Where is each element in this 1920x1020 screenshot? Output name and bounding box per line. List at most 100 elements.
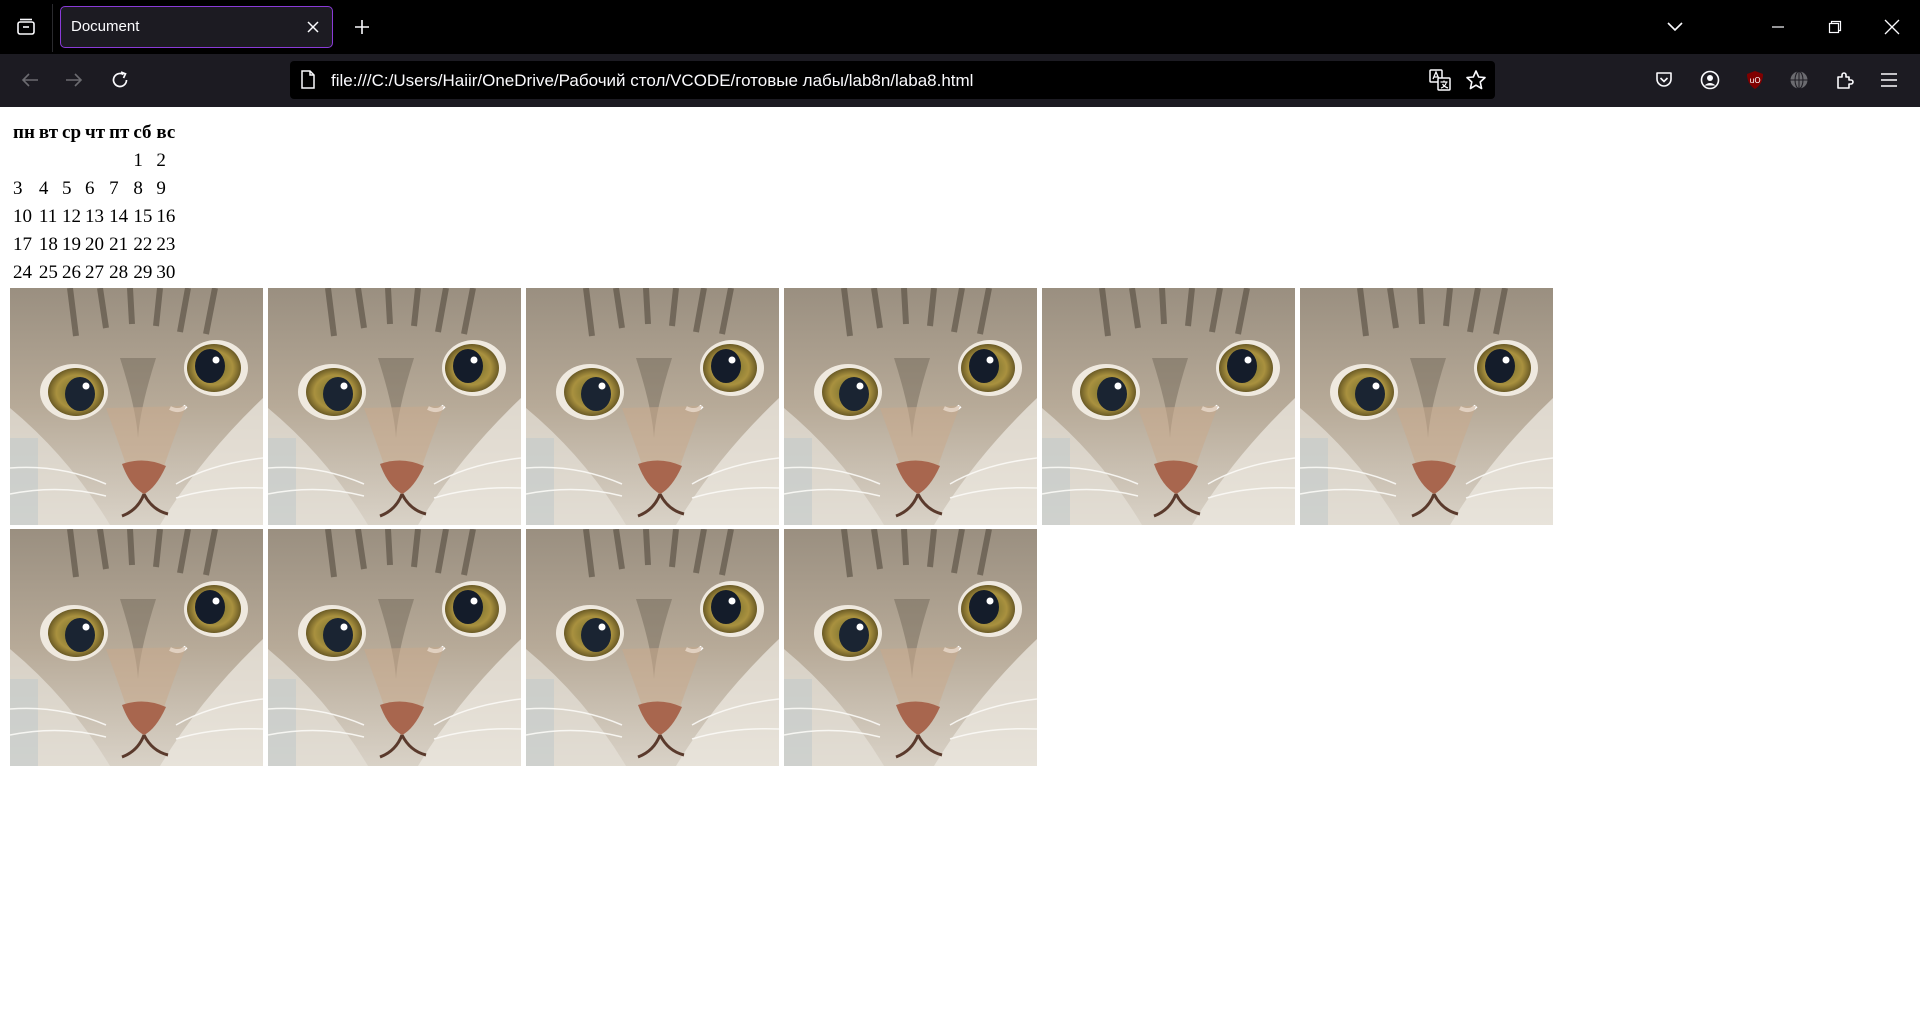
calendar-day bbox=[38, 148, 59, 174]
calendar-day: 16 bbox=[156, 206, 176, 227]
minimize-icon bbox=[1772, 26, 1784, 28]
app-menu-button[interactable] bbox=[1871, 62, 1907, 98]
calendar-week-row: 17 18 19 20 21 22 23 bbox=[12, 232, 176, 258]
calendar-day: 17 bbox=[13, 234, 32, 255]
calendar-day: 8 bbox=[133, 178, 143, 199]
globe-extension-button[interactable] bbox=[1781, 62, 1817, 98]
calendar-day: 24 bbox=[13, 262, 32, 283]
calendar-day: 6 bbox=[85, 178, 95, 199]
cat-face-illustration bbox=[526, 529, 780, 766]
title-bar: Document bbox=[0, 0, 1920, 54]
tab-document[interactable]: Document bbox=[60, 6, 333, 48]
calendar-day: 12 bbox=[62, 206, 82, 227]
calendar-day: 5 bbox=[62, 178, 72, 199]
cat-image bbox=[526, 288, 780, 525]
cat-face-illustration bbox=[1300, 288, 1554, 525]
list-all-tabs-button[interactable] bbox=[1648, 0, 1702, 54]
page-content: пн вт ср чт пт сб вс 1 2 3 4 5 6 7 8 9 1… bbox=[0, 107, 1920, 1020]
calendar-day: 19 bbox=[62, 234, 82, 255]
cat-gallery bbox=[10, 288, 1800, 770]
restore-button[interactable] bbox=[1808, 0, 1862, 54]
calendar-day bbox=[12, 148, 36, 174]
weekday-header: ср bbox=[62, 122, 82, 143]
account-button[interactable] bbox=[1692, 62, 1728, 98]
close-window-icon bbox=[1884, 19, 1900, 35]
calendar-day bbox=[61, 148, 82, 174]
calendar-day: 3 bbox=[13, 178, 23, 199]
extensions-button[interactable] bbox=[1827, 62, 1863, 98]
weekday-header: чт bbox=[85, 122, 106, 143]
calendar-day: 20 bbox=[85, 234, 105, 255]
account-icon bbox=[1700, 70, 1720, 90]
back-arrow-icon bbox=[21, 73, 38, 87]
calendar-day: 25 bbox=[38, 262, 58, 283]
calendar-day: 13 bbox=[85, 206, 105, 227]
weekday-header: пн bbox=[13, 122, 35, 143]
new-tab-button[interactable] bbox=[345, 9, 379, 45]
restore-icon bbox=[1828, 20, 1842, 34]
calendar-day: 1 bbox=[133, 150, 143, 171]
calendar-day: 2 bbox=[156, 150, 166, 171]
calendar-day: 28 bbox=[109, 262, 129, 283]
cat-face-illustration bbox=[784, 529, 1038, 766]
chevron-down-icon bbox=[1667, 22, 1683, 32]
menu-icon bbox=[1881, 73, 1897, 87]
close-window-button[interactable] bbox=[1865, 0, 1919, 54]
address-bar[interactable]: file:///C:/Users/Haiir/OneDrive/Рабочий … bbox=[290, 61, 1495, 99]
ublock-button[interactable]: uO bbox=[1737, 62, 1773, 98]
cat-face-illustration bbox=[784, 288, 1038, 525]
tab-close-button[interactable] bbox=[302, 16, 324, 38]
calendar-day: 14 bbox=[109, 206, 129, 227]
calendar-day: 4 bbox=[38, 178, 49, 199]
bookmark-button[interactable] bbox=[1463, 67, 1489, 93]
weekday-header: пт bbox=[109, 122, 130, 143]
weekday-header: вс bbox=[156, 122, 176, 143]
reload-button[interactable] bbox=[102, 62, 138, 98]
cat-image bbox=[784, 529, 1038, 766]
cat-face-illustration bbox=[10, 529, 263, 766]
weekday-header: вт bbox=[38, 122, 59, 143]
cat-image bbox=[526, 529, 780, 766]
calendar-week-row: 3 4 5 6 7 8 9 bbox=[12, 176, 176, 202]
calendar-week-row: 24 25 26 27 28 29 30 bbox=[12, 260, 176, 286]
page-icon bbox=[301, 70, 315, 89]
calendar-table: пн вт ср чт пт сб вс 1 2 3 4 5 6 7 8 9 1… bbox=[10, 118, 178, 288]
cat-image bbox=[10, 529, 263, 766]
forward-button[interactable] bbox=[56, 62, 92, 98]
calendar-day: 15 bbox=[133, 206, 153, 227]
pocket-icon bbox=[1656, 72, 1672, 87]
cat-image bbox=[1300, 288, 1554, 525]
url-text[interactable]: file:///C:/Users/Haiir/OneDrive/Рабочий … bbox=[331, 71, 973, 91]
cat-image bbox=[268, 529, 522, 766]
forward-arrow-icon bbox=[66, 73, 83, 87]
weekday-header: сб bbox=[133, 122, 152, 143]
close-icon bbox=[307, 21, 319, 33]
back-button[interactable] bbox=[12, 62, 48, 98]
calendar-day bbox=[108, 148, 130, 174]
cat-image bbox=[268, 288, 522, 525]
svg-text:uO: uO bbox=[1749, 76, 1760, 85]
calendar-day: 27 bbox=[85, 262, 105, 283]
translate-button[interactable] bbox=[1427, 67, 1453, 93]
navigation-toolbar: file:///C:/Users/Haiir/OneDrive/Рабочий … bbox=[0, 54, 1920, 108]
cat-image bbox=[784, 288, 1038, 525]
calendar-day bbox=[84, 148, 106, 174]
minimize-button[interactable] bbox=[1751, 0, 1805, 54]
cat-face-illustration bbox=[10, 288, 263, 525]
calendar-day: 26 bbox=[62, 262, 82, 283]
calendar-day: 29 bbox=[133, 262, 153, 283]
tab-list-button[interactable] bbox=[8, 8, 44, 46]
calendar-week-row: 1 2 bbox=[12, 148, 176, 174]
calendar-day: 23 bbox=[156, 234, 176, 255]
globe-icon bbox=[1790, 71, 1808, 89]
cat-face-illustration bbox=[268, 288, 522, 525]
calendar-day: 21 bbox=[109, 234, 129, 255]
calendar-day: 10 bbox=[13, 206, 32, 227]
calendar-day: 22 bbox=[133, 234, 153, 255]
cat-face-illustration bbox=[268, 529, 522, 766]
extensions-icon bbox=[1837, 72, 1854, 89]
calendar-day: 30 bbox=[156, 262, 176, 283]
ublock-icon: uO bbox=[1747, 71, 1763, 89]
reload-icon bbox=[112, 71, 128, 88]
pocket-button[interactable] bbox=[1646, 62, 1682, 98]
